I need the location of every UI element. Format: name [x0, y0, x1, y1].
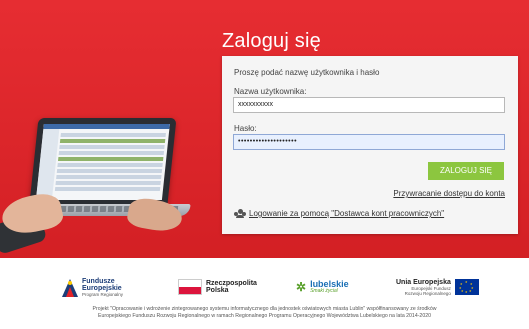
lubelskie-name: lubelskie: [310, 278, 349, 289]
laptop-illustration: [0, 108, 198, 255]
fundusze-sub: Program Regionalny: [82, 291, 124, 297]
fundusze-text: Fundusze Europejskie Program Regionalny: [82, 278, 123, 297]
username-label: Nazwa użytkownika:: [234, 87, 307, 96]
screen-toolbar: [43, 124, 170, 129]
funding-logos: Fundusze Europejskie Program Regionalny …: [0, 270, 529, 304]
hero-banner: Zaloguj się Proszę podać nazwę użytkowni…: [0, 0, 529, 258]
rp-title: Rzeczpospolita: [206, 280, 257, 287]
screen-row: [58, 151, 165, 155]
polish-flag-icon: [178, 279, 202, 295]
login-page: Zaloguj się Proszę podać nazwę użytkowni…: [0, 0, 529, 329]
right-hand: [125, 195, 185, 235]
laptop-screen: [35, 124, 170, 200]
username-field[interactable]: xxxxxxxxxx: [233, 97, 505, 113]
password-label: Hasło:: [234, 124, 257, 133]
rzeczpospolita-text: Rzeczpospolita Polska: [206, 280, 257, 294]
provider-login-label: Logowanie za pomocą "Dostawca kont praco…: [249, 209, 445, 218]
lubelskie-text: lubelskie Smaki życia!: [310, 278, 349, 294]
project-footnote: Projekt "Opracowanie i wdrożenie zintegr…: [0, 306, 529, 320]
logo-unia-europejska: Unia Europejska Europejski Fundusz Rozwo…: [396, 274, 479, 300]
logo-lubelskie: ✲ lubelskie Smaki życia!: [296, 274, 349, 300]
ue-sub-2: Rozwoju Regionalnego: [404, 290, 451, 296]
provider-login-link[interactable]: Logowanie za pomocą "Dostawca kont praco…: [234, 209, 444, 218]
screen-row: [55, 181, 161, 185]
reset-access-link[interactable]: Przywracanie dostępu do konta: [393, 189, 505, 198]
lubelskie-mark-icon: ✲: [296, 280, 307, 294]
fundusze-title-2: Europejskie: [82, 284, 122, 292]
ue-text: Unia Europejska Europejski Fundusz Rozwo…: [396, 279, 451, 296]
screen-row: [54, 187, 161, 191]
login-title: Zaloguj się: [222, 30, 321, 52]
eu-flag-icon: ★ ★ ★ ★ ★ ★ ★ ★: [454, 279, 479, 295]
ue-title: Unia Europejska: [396, 278, 451, 286]
screen-row: [58, 157, 164, 161]
footnote-line-2: Europejskiego Funduszu Rozwoju Regionaln…: [98, 313, 431, 319]
logo-fundusze-europejskie: Fundusze Europejskie Program Regionalny: [62, 274, 123, 300]
screen-rows: [54, 133, 166, 193]
screen-row: [57, 163, 163, 167]
fundusze-title: Fundusze: [82, 277, 115, 285]
laptop-screen-frame: [29, 118, 177, 204]
users-icon: [234, 209, 246, 218]
fundusze-star-icon: [62, 279, 78, 297]
login-prompt: Proszę podać nazwę użytkownika i hasło: [234, 68, 380, 77]
screen-row: [56, 169, 163, 173]
screen-row: [56, 175, 162, 179]
screen-row: [59, 139, 166, 143]
logo-rzeczpospolita: Rzeczpospolita Polska: [178, 274, 257, 300]
password-field[interactable]: ••••••••••••••••••••: [233, 134, 505, 150]
screen-row: [59, 145, 165, 149]
footnote-line-1: Projekt "Opracowanie i wdrożenie zintegr…: [92, 306, 437, 312]
login-button[interactable]: ZALOGUJ SIĘ: [428, 162, 504, 180]
rp-title-2: Polska: [206, 287, 229, 294]
login-panel: Proszę podać nazwę użytkownika i hasło N…: [222, 56, 518, 234]
screen-row: [60, 133, 166, 137]
